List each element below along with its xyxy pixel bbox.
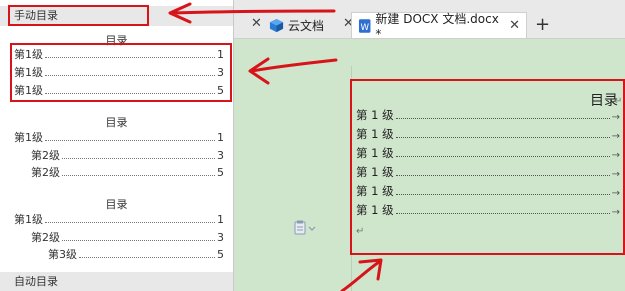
manual-toc-section-header: 手动目录 [0, 6, 233, 26]
dot-leader [79, 257, 215, 258]
paragraph-mark: ↵ [356, 226, 365, 237]
tab-label: 云文档 [288, 18, 325, 33]
toc-entry-label: 第 1 级 [356, 146, 394, 160]
toc-style-1-row[interactable]: 第1级 5 [14, 83, 224, 97]
dot-leader [395, 156, 610, 157]
toc-entry-label: 第 1 级 [356, 127, 394, 141]
tab-arrow-mark: → [611, 207, 620, 218]
toc-style-2-row[interactable]: 第2级 3 [31, 148, 224, 162]
toc-row-label: 第1级 [14, 84, 43, 97]
toc-row-label: 第1级 [14, 213, 43, 226]
toc-row-label: 第1级 [14, 48, 43, 61]
toc-row-page: 5 [217, 84, 224, 97]
toc-entry-label: 第 1 级 [356, 203, 394, 217]
tab-bar: ✕ 云文档 ✕ W 新建 DOCX 文档.docx * ✕ + [233, 0, 625, 41]
close-tab-icon[interactable]: ✕ [509, 18, 520, 33]
paste-options-icon[interactable] [294, 220, 320, 236]
dot-leader [45, 75, 215, 76]
toc-style-1-row[interactable]: 第1级 3 [14, 65, 224, 79]
dot-leader [62, 158, 215, 159]
toc-style-3-title: 目录 [105, 198, 128, 211]
toc-row-label: 第3级 [48, 248, 77, 261]
toc-row-label: 第2级 [31, 231, 60, 244]
toc-row-label: 第2级 [31, 166, 60, 179]
page-edge [351, 66, 352, 291]
tab-arrow-mark: → [611, 188, 620, 199]
tab-cloud-docs[interactable]: 云文档 [263, 12, 345, 38]
dot-leader [45, 57, 215, 58]
close-tab-icon[interactable]: ✕ [251, 16, 262, 31]
dot-leader [395, 194, 610, 195]
tab-active-document[interactable]: W 新建 DOCX 文档.docx * ✕ [351, 12, 527, 41]
cloud-docs-icon [269, 18, 284, 32]
tab-arrow-mark: → [611, 131, 620, 142]
toc-row-page: 5 [217, 166, 224, 179]
toc-row-page: 1 [217, 213, 224, 226]
toc-row-label: 第2级 [31, 149, 60, 162]
toc-style-3-row[interactable]: 第3级 5 [48, 247, 224, 261]
toc-style-2-row[interactable]: 第2级 5 [31, 165, 224, 179]
tab-arrow-mark: → [611, 112, 620, 123]
auto-toc-section-header: 自动目录 [0, 272, 233, 291]
toc-style-3-row[interactable]: 第1级 1 [14, 212, 224, 226]
document-toc-entry[interactable]: 第 1 级 → [356, 126, 620, 142]
docx-file-icon: W [358, 18, 371, 32]
toc-row-page: 3 [217, 149, 224, 162]
toc-style-1-title: 目录 [105, 34, 128, 47]
tab-arrow-mark: → [611, 169, 620, 180]
paragraph-mark: ↵ [614, 96, 623, 107]
dot-leader [45, 93, 215, 94]
toc-entry-label: 第 1 级 [356, 108, 394, 122]
toc-style-1-row[interactable]: 第1级 1 [14, 47, 224, 61]
document-toc-entry[interactable]: 第 1 级 → [356, 145, 620, 161]
toc-row-page: 1 [217, 48, 224, 61]
tab-label: 新建 DOCX 文档.docx * [375, 12, 499, 41]
svg-text:W: W [360, 22, 369, 32]
tab-arrow-mark: → [611, 150, 620, 161]
dot-leader [62, 240, 215, 241]
toc-style-2-row[interactable]: 第1级 1 [14, 130, 224, 144]
dot-leader [395, 137, 610, 138]
toc-entry-label: 第 1 级 [356, 184, 394, 198]
toc-row-page: 3 [217, 231, 224, 244]
dot-leader [62, 175, 215, 176]
toc-row-label: 第1级 [14, 131, 43, 144]
toc-row-page: 5 [217, 248, 224, 261]
dot-leader [45, 140, 215, 141]
toc-row-page: 3 [217, 66, 224, 79]
dot-leader [395, 118, 610, 119]
toc-style-3-row[interactable]: 第2级 3 [31, 230, 224, 244]
toc-row-page: 1 [217, 131, 224, 144]
toc-row-label: 第1级 [14, 66, 43, 79]
add-tab-button[interactable]: + [535, 14, 550, 35]
dot-leader [45, 222, 215, 223]
document-toc-entry[interactable]: 第 1 级 → [356, 107, 620, 123]
document-toc-entry[interactable]: 第 1 级 → [356, 183, 620, 199]
document-toc-entry[interactable]: 第 1 级 → [356, 164, 620, 180]
toc-styles-dropdown: 手动目录 目录 第1级 1 第1级 3 第1级 5 目录 第1级 1 第2级 3… [0, 0, 234, 291]
dot-leader [395, 213, 610, 214]
dot-leader [395, 175, 610, 176]
toc-style-2-title: 目录 [105, 116, 128, 129]
document-toc-entry[interactable]: 第 1 级 → [356, 202, 620, 218]
toc-entry-label: 第 1 级 [356, 165, 394, 179]
